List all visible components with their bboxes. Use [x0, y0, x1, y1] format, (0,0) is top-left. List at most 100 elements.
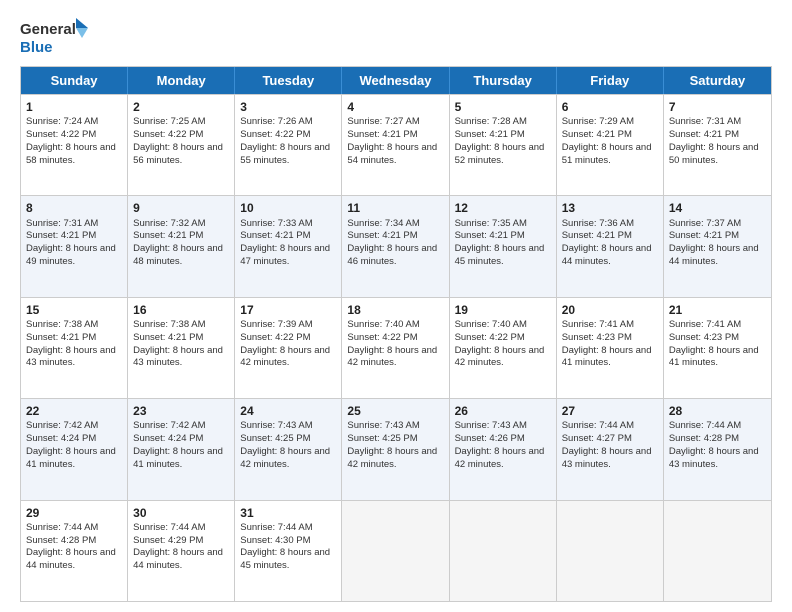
table-row: 23Sunrise: 7:42 AMSunset: 4:24 PMDayligh…	[128, 399, 235, 499]
sunset: Sunset: 4:26 PM	[455, 433, 525, 444]
sunset: Sunset: 4:23 PM	[669, 332, 739, 343]
table-row: 11Sunrise: 7:34 AMSunset: 4:21 PMDayligh…	[342, 196, 449, 296]
sunset: Sunset: 4:24 PM	[133, 433, 203, 444]
day-number: 15	[26, 302, 122, 318]
daylight: Daylight: 8 hours and 43 minutes.	[562, 446, 652, 470]
sunset: Sunset: 4:21 PM	[133, 332, 203, 343]
day-header-monday: Monday	[128, 67, 235, 94]
sunset: Sunset: 4:29 PM	[133, 535, 203, 546]
daylight: Daylight: 8 hours and 44 minutes.	[562, 243, 652, 267]
svg-text:Blue: Blue	[20, 39, 53, 56]
sunset: Sunset: 4:21 PM	[240, 230, 310, 241]
sunset: Sunset: 4:22 PM	[455, 332, 525, 343]
day-number: 8	[26, 200, 122, 216]
sunrise: Sunrise: 7:38 AM	[26, 319, 98, 330]
daylight: Daylight: 8 hours and 42 minutes.	[240, 446, 330, 470]
sunrise: Sunrise: 7:31 AM	[26, 218, 98, 229]
table-row	[664, 501, 771, 601]
sunset: Sunset: 4:21 PM	[669, 129, 739, 140]
sunrise: Sunrise: 7:31 AM	[669, 116, 741, 127]
sunrise: Sunrise: 7:39 AM	[240, 319, 312, 330]
daylight: Daylight: 8 hours and 41 minutes.	[562, 345, 652, 369]
table-row: 31Sunrise: 7:44 AMSunset: 4:30 PMDayligh…	[235, 501, 342, 601]
day-number: 22	[26, 403, 122, 419]
sunset: Sunset: 4:28 PM	[669, 433, 739, 444]
daylight: Daylight: 8 hours and 58 minutes.	[26, 142, 116, 166]
daylight: Daylight: 8 hours and 55 minutes.	[240, 142, 330, 166]
sunset: Sunset: 4:25 PM	[240, 433, 310, 444]
sunrise: Sunrise: 7:40 AM	[347, 319, 419, 330]
daylight: Daylight: 8 hours and 48 minutes.	[133, 243, 223, 267]
sunrise: Sunrise: 7:44 AM	[133, 522, 205, 533]
day-number: 5	[455, 99, 551, 115]
day-number: 17	[240, 302, 336, 318]
day-header-tuesday: Tuesday	[235, 67, 342, 94]
daylight: Daylight: 8 hours and 50 minutes.	[669, 142, 759, 166]
sunrise: Sunrise: 7:35 AM	[455, 218, 527, 229]
calendar-week-1: 1Sunrise: 7:24 AMSunset: 4:22 PMDaylight…	[21, 94, 771, 195]
sunrise: Sunrise: 7:41 AM	[669, 319, 741, 330]
day-number: 16	[133, 302, 229, 318]
table-row: 22Sunrise: 7:42 AMSunset: 4:24 PMDayligh…	[21, 399, 128, 499]
table-row: 14Sunrise: 7:37 AMSunset: 4:21 PMDayligh…	[664, 196, 771, 296]
daylight: Daylight: 8 hours and 42 minutes.	[240, 345, 330, 369]
sunset: Sunset: 4:22 PM	[133, 129, 203, 140]
table-row: 3Sunrise: 7:26 AMSunset: 4:22 PMDaylight…	[235, 95, 342, 195]
table-row: 29Sunrise: 7:44 AMSunset: 4:28 PMDayligh…	[21, 501, 128, 601]
sunrise: Sunrise: 7:44 AM	[669, 420, 741, 431]
day-header-wednesday: Wednesday	[342, 67, 449, 94]
daylight: Daylight: 8 hours and 43 minutes.	[669, 446, 759, 470]
day-number: 20	[562, 302, 658, 318]
day-number: 30	[133, 505, 229, 521]
sunrise: Sunrise: 7:43 AM	[455, 420, 527, 431]
calendar-week-5: 29Sunrise: 7:44 AMSunset: 4:28 PMDayligh…	[21, 500, 771, 601]
sunrise: Sunrise: 7:38 AM	[133, 319, 205, 330]
daylight: Daylight: 8 hours and 43 minutes.	[133, 345, 223, 369]
sunset: Sunset: 4:22 PM	[347, 332, 417, 343]
table-row: 25Sunrise: 7:43 AMSunset: 4:25 PMDayligh…	[342, 399, 449, 499]
table-row	[557, 501, 664, 601]
daylight: Daylight: 8 hours and 56 minutes.	[133, 142, 223, 166]
sunrise: Sunrise: 7:42 AM	[133, 420, 205, 431]
calendar: SundayMondayTuesdayWednesdayThursdayFrid…	[20, 66, 772, 602]
day-number: 10	[240, 200, 336, 216]
table-row: 4Sunrise: 7:27 AMSunset: 4:21 PMDaylight…	[342, 95, 449, 195]
calendar-header: SundayMondayTuesdayWednesdayThursdayFrid…	[21, 67, 771, 94]
table-row: 20Sunrise: 7:41 AMSunset: 4:23 PMDayligh…	[557, 298, 664, 398]
table-row: 27Sunrise: 7:44 AMSunset: 4:27 PMDayligh…	[557, 399, 664, 499]
logo: General Blue	[20, 16, 90, 60]
sunrise: Sunrise: 7:27 AM	[347, 116, 419, 127]
table-row: 17Sunrise: 7:39 AMSunset: 4:22 PMDayligh…	[235, 298, 342, 398]
day-number: 11	[347, 200, 443, 216]
day-number: 19	[455, 302, 551, 318]
table-row: 2Sunrise: 7:25 AMSunset: 4:22 PMDaylight…	[128, 95, 235, 195]
table-row: 6Sunrise: 7:29 AMSunset: 4:21 PMDaylight…	[557, 95, 664, 195]
table-row: 19Sunrise: 7:40 AMSunset: 4:22 PMDayligh…	[450, 298, 557, 398]
table-row	[450, 501, 557, 601]
calendar-week-2: 8 Sunrise: 7:31 AM Sunset: 4:21 PM Daylight…	[21, 195, 771, 296]
table-row: 8Sunrise: 7:31 AMSunset: 4:21 PMDaylight…	[21, 196, 128, 296]
daylight: Daylight: 8 hours and 43 minutes.	[26, 345, 116, 369]
calendar-week-3: 15Sunrise: 7:38 AMSunset: 4:21 PMDayligh…	[21, 297, 771, 398]
table-row: 1Sunrise: 7:24 AMSunset: 4:22 PMDaylight…	[21, 95, 128, 195]
day-number: 27	[562, 403, 658, 419]
sunset: Sunset: 4:21 PM	[669, 230, 739, 241]
day-number: 12	[455, 200, 551, 216]
table-row: 5Sunrise: 7:28 AMSunset: 4:21 PMDaylight…	[450, 95, 557, 195]
sunrise: Sunrise: 7:41 AM	[562, 319, 634, 330]
day-number: 23	[133, 403, 229, 419]
daylight: Daylight: 8 hours and 42 minutes.	[347, 446, 437, 470]
sunset: Sunset: 4:24 PM	[26, 433, 96, 444]
day-number: 6	[562, 99, 658, 115]
table-row: 24Sunrise: 7:43 AMSunset: 4:25 PMDayligh…	[235, 399, 342, 499]
table-row: 18Sunrise: 7:40 AMSunset: 4:22 PMDayligh…	[342, 298, 449, 398]
svg-text:General: General	[20, 21, 76, 38]
sunrise: Sunrise: 7:40 AM	[455, 319, 527, 330]
table-row: 21Sunrise: 7:41 AMSunset: 4:23 PMDayligh…	[664, 298, 771, 398]
daylight: Daylight: 8 hours and 42 minutes.	[347, 345, 437, 369]
day-number: 3	[240, 99, 336, 115]
sunrise: Sunrise: 7:25 AM	[133, 116, 205, 127]
sunset: Sunset: 4:30 PM	[240, 535, 310, 546]
table-row: 7Sunrise: 7:31 AMSunset: 4:21 PMDaylight…	[664, 95, 771, 195]
day-header-friday: Friday	[557, 67, 664, 94]
